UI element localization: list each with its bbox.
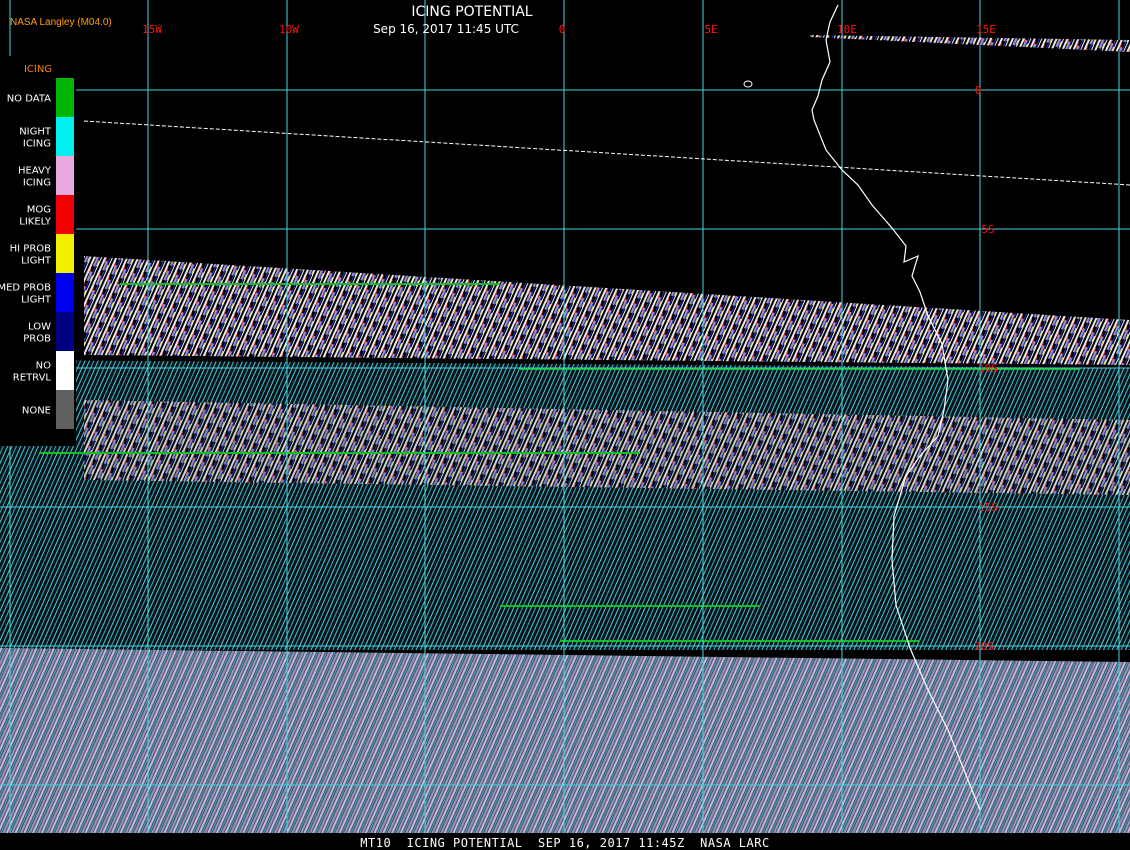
legend-label: NONE [22,406,51,417]
legend-swatch [56,117,74,156]
footer-text: MT10 ICING POTENTIAL SEP 16, 2017 11:45Z… [360,836,769,850]
legend-label: HEAVY [18,166,52,177]
legend-swatch [56,195,74,234]
legend-label: MOG [27,205,51,216]
swath-noise-upper [84,256,1130,365]
swath-green-streak [560,640,920,642]
legend-swatch [56,390,74,429]
source-label: NASA Langley (M04.0) [10,17,112,28]
lat-label-20s: 20S [974,640,994,653]
legend-swatch [56,78,74,117]
lon-label-0: 0 [559,23,566,36]
legend-title: ICING [24,64,52,75]
lat-label-10s: 10S [978,362,998,375]
swath-green-streak [500,605,760,607]
legend-label: LIGHT [21,256,52,267]
legend-label: RETRVL [13,373,52,384]
legend-label: ICING [23,178,51,189]
longitude-labels: 15W 10W 0 5E 10E 15E [142,23,996,36]
legend-label: LOW [28,322,51,333]
legend: ICING NO DATANIGHTICINGHEAVYICINGMOGLIKE… [0,56,76,446]
legend-swatch [56,312,74,351]
legend-label: PROB [23,334,51,345]
legend-label: ICING [23,139,51,150]
legend-label: NO [36,361,51,372]
lat-label-5s: 5S [981,223,994,236]
legend-swatch [56,273,74,312]
icing-map: 15W 10W 0 5E 10E 15E 0 5S 10S 15S 20S IC… [0,0,1130,850]
swath-bottom-band [0,648,1130,833]
legend-swatch [56,156,74,195]
lon-label-10w: 10W [279,23,299,36]
lat-label-0: 0 [975,84,982,97]
swath-green-streak [40,452,640,454]
legend-label: HI PROB [10,244,51,255]
swath-noise-top-right [810,35,1130,52]
swath-green-streak [120,283,500,285]
island [743,80,753,88]
legend-label: LIKELY [19,217,52,228]
lon-label-5e: 5E [704,23,717,36]
legend-label: NIGHT [19,127,52,138]
lon-label-10e: 10E [837,23,857,36]
legend-label: LIGHT [21,295,52,306]
lat-label-15s: 15S [978,501,998,514]
equator-dashed-line [83,120,1130,186]
satellite-map-view: 15W 10W 0 5E 10E 15E 0 5S 10S 15S 20S IC… [0,0,1130,850]
legend-label: MED PROB [0,283,51,294]
icing-swath [0,256,1130,833]
map-title: ICING POTENTIAL [411,4,532,20]
legend-swatch [56,351,74,390]
swath-low-band-left [0,440,84,650]
legend-swatch [56,234,74,273]
legend-label: NO DATA [7,94,51,105]
map-subtitle: Sep 16, 2017 11:45 UTC [373,22,519,36]
lon-label-15w: 15W [142,23,162,36]
lon-label-15e: 15E [976,23,996,36]
